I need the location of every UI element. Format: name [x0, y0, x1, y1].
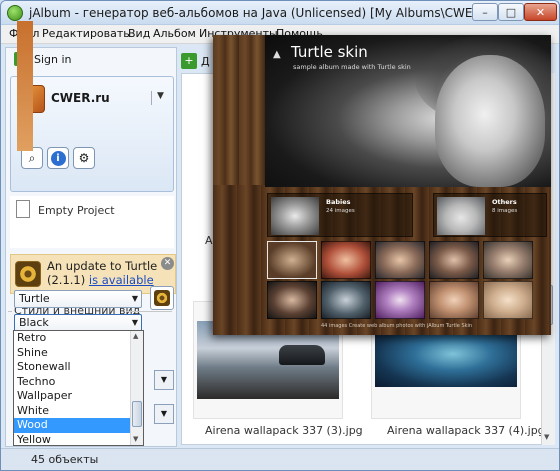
- style-option[interactable]: Wallpaper: [14, 389, 143, 404]
- photo-thumbnail: [267, 241, 317, 279]
- menu-album[interactable]: Альбом: [153, 27, 196, 40]
- up-arrow-icon: ▲: [273, 49, 281, 60]
- photo-thumbnail: [429, 241, 479, 279]
- info-button[interactable]: i: [47, 147, 69, 169]
- minimize-button[interactable]: –: [472, 3, 498, 21]
- skin-settings-button[interactable]: [150, 286, 174, 310]
- skin-select[interactable]: Turtle ▼: [14, 290, 142, 308]
- menu-edit[interactable]: Редактировать: [42, 27, 130, 40]
- thumbnail-caption: A: [205, 234, 213, 247]
- photo-thumbnail: [483, 241, 533, 279]
- jalbum-logo-icon: [7, 5, 23, 21]
- photo-thumbnail: [429, 281, 479, 319]
- dropdown-button[interactable]: ▼: [154, 370, 174, 390]
- thumbnail-caption: Airena wallapack 337 (3).jpg: [205, 424, 363, 437]
- style-option[interactable]: Techno: [14, 375, 143, 390]
- close-banner-icon[interactable]: ✕: [161, 257, 174, 270]
- style-option[interactable]: Yellow: [14, 433, 143, 446]
- album-folder: Others 8 images: [433, 193, 547, 237]
- gear-icon: ⚙: [78, 151, 90, 165]
- thumbnail-image[interactable]: [375, 327, 517, 387]
- title-bar: jAlbum - генератор веб-альбомов на Java …: [1, 1, 559, 25]
- folder-count: 8 images: [492, 208, 518, 214]
- object-count: 45 объекты: [31, 453, 99, 466]
- sign-in-label: Sign in: [34, 52, 72, 66]
- project-label: Empty Project: [38, 204, 115, 217]
- account-name: CWER.ru: [51, 91, 110, 105]
- style-option[interactable]: White: [14, 404, 143, 419]
- folder-thumbnail: [437, 197, 485, 235]
- update-available-link[interactable]: is available: [89, 273, 154, 287]
- preview-subtitle: sample album made with Turtle skin: [293, 63, 411, 71]
- scroll-down-icon[interactable]: ▼: [544, 433, 549, 441]
- photo-thumbnail: [375, 241, 425, 279]
- scroll-up-icon[interactable]: ▲: [133, 332, 138, 340]
- folder-name: Others: [492, 198, 517, 206]
- project-item[interactable]: Empty Project: [10, 196, 174, 248]
- folder-name: Babies: [326, 198, 351, 206]
- style-option[interactable]: Shine: [14, 346, 143, 361]
- info-icon: i: [50, 150, 66, 166]
- scrollbar-thumb[interactable]: [132, 401, 142, 427]
- account-dropdown-icon[interactable]: ▼: [151, 91, 169, 105]
- photo-thumbnail: [321, 281, 371, 319]
- status-bar: 45 объекты: [1, 448, 559, 470]
- chevron-down-icon: ▼: [131, 294, 138, 303]
- add-files-label[interactable]: Д: [201, 55, 210, 68]
- thumbnail-image[interactable]: [17, 21, 33, 151]
- settings-button[interactable]: ⚙: [73, 147, 95, 169]
- dropdown-button[interactable]: ▼: [154, 404, 174, 424]
- folder-thumbnail: [271, 197, 319, 235]
- thumbnail-caption: Airena wallapack 337 (4).jpg: [387, 424, 545, 437]
- photo-thumbnail: [267, 281, 317, 319]
- preview-footer: 44 images Create web album photos with j…: [321, 323, 473, 329]
- preview-title: Turtle skin: [291, 43, 368, 61]
- scroll-down-icon[interactable]: ▼: [133, 435, 138, 443]
- maximize-button[interactable]: □: [498, 3, 524, 21]
- magnifier-icon: ⌕: [28, 150, 36, 165]
- window-title: jAlbum - генератор веб-альбомов на Java …: [29, 6, 502, 20]
- style-value: Black: [19, 316, 49, 329]
- photo-thumbnail: [375, 281, 425, 319]
- style-option[interactable]: Stonewall: [14, 360, 143, 375]
- update-message: An update to Turtle (2.1.1) is available: [47, 259, 163, 287]
- divider: [8, 311, 12, 312]
- account-panel: CWER.ru ▼ ⌕ i ⚙: [10, 76, 174, 192]
- skin-value: Turtle: [19, 292, 50, 305]
- divider: [126, 311, 172, 312]
- style-option[interactable]: Retro: [14, 331, 143, 346]
- document-icon: [16, 200, 30, 218]
- turtle-skin-icon: [15, 261, 41, 287]
- photo-thumbnail: [321, 241, 371, 279]
- list-scrollbar[interactable]: ▲ ▼: [130, 331, 143, 445]
- close-button[interactable]: ✕: [524, 3, 557, 21]
- photo-thumbnail: [483, 281, 533, 319]
- album-folder: Babies 24 images: [267, 193, 413, 237]
- app-window: jAlbum - генератор веб-альбомов на Java …: [0, 0, 560, 471]
- style-options-list[interactable]: Retro Shine Stonewall Techno Wallpaper W…: [13, 330, 144, 446]
- portrait-face: [435, 55, 545, 187]
- folder-count: 24 images: [326, 208, 355, 214]
- chevron-down-icon: ▼: [131, 318, 138, 327]
- turtle-skin-icon: [154, 290, 170, 306]
- menu-view[interactable]: Вид: [128, 27, 150, 40]
- skin-preview: ▲ Turtle skin sample album made with Tur…: [213, 35, 551, 335]
- add-files-icon[interactable]: +: [181, 53, 197, 69]
- style-option-selected[interactable]: Wood: [14, 418, 143, 433]
- car-image: [279, 345, 325, 365]
